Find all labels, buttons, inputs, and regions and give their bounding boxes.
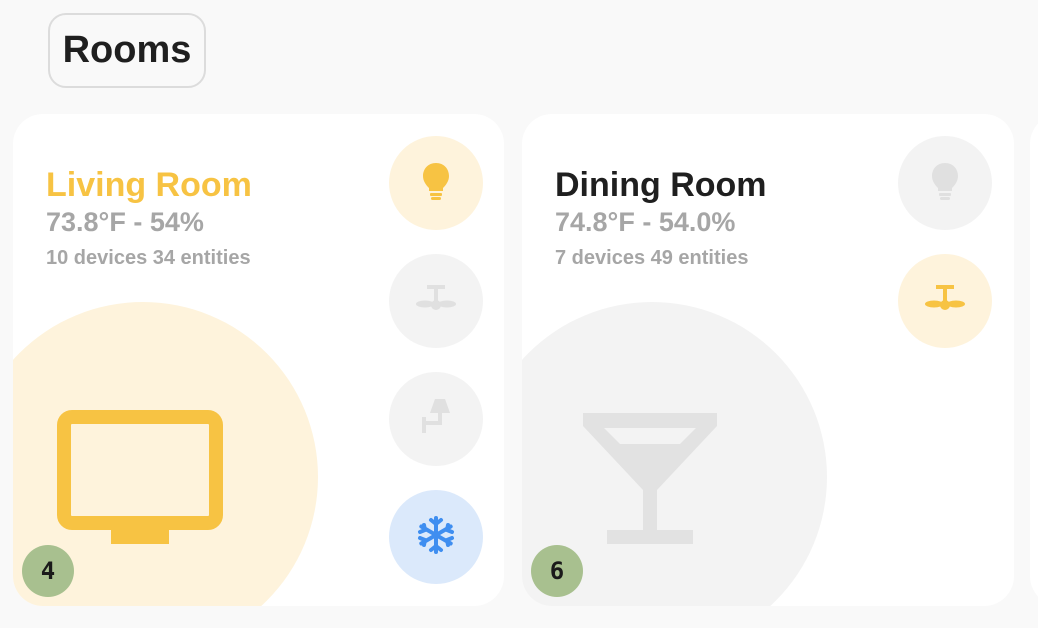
room-card-partial[interactable] — [1030, 114, 1038, 606]
wall-lamp-icon — [418, 397, 454, 442]
climate-toggle-button[interactable] — [389, 490, 483, 584]
ceiling-fan-icon — [925, 283, 965, 320]
lightbulb-icon — [930, 161, 960, 206]
room-name: Living Room — [46, 166, 252, 204]
section-title-rooms[interactable]: Rooms — [48, 13, 206, 88]
light-toggle-button[interactable] — [389, 136, 483, 230]
rooms-dashboard: Rooms Living Room 73.8°F - 54% 10 device… — [0, 0, 1038, 628]
cocktail-glass-icon — [580, 410, 720, 555]
count-badge: 4 — [22, 545, 74, 597]
lamp-toggle-button[interactable] — [389, 372, 483, 466]
count-badge: 6 — [531, 545, 583, 597]
ceiling-fan-icon — [416, 283, 456, 320]
light-toggle-button[interactable] — [898, 136, 992, 230]
room-device-entity-count: 10 devices 34 entities — [46, 247, 251, 269]
room-card-living-room[interactable]: Living Room 73.8°F - 54% 10 devices 34 e… — [13, 114, 504, 606]
room-device-entity-count: 7 devices 49 entities — [555, 247, 749, 269]
room-name: Dining Room — [555, 166, 767, 204]
fan-toggle-button[interactable] — [898, 254, 992, 348]
room-card-dining-room[interactable]: Dining Room 74.8°F - 54.0% 7 devices 49 … — [522, 114, 1014, 606]
fan-toggle-button[interactable] — [389, 254, 483, 348]
room-climate: 74.8°F - 54.0% — [555, 207, 736, 237]
lightbulb-icon — [421, 161, 451, 206]
room-climate: 73.8°F - 54% — [46, 207, 204, 237]
snowflake-icon — [416, 515, 456, 560]
television-icon — [57, 410, 223, 551]
